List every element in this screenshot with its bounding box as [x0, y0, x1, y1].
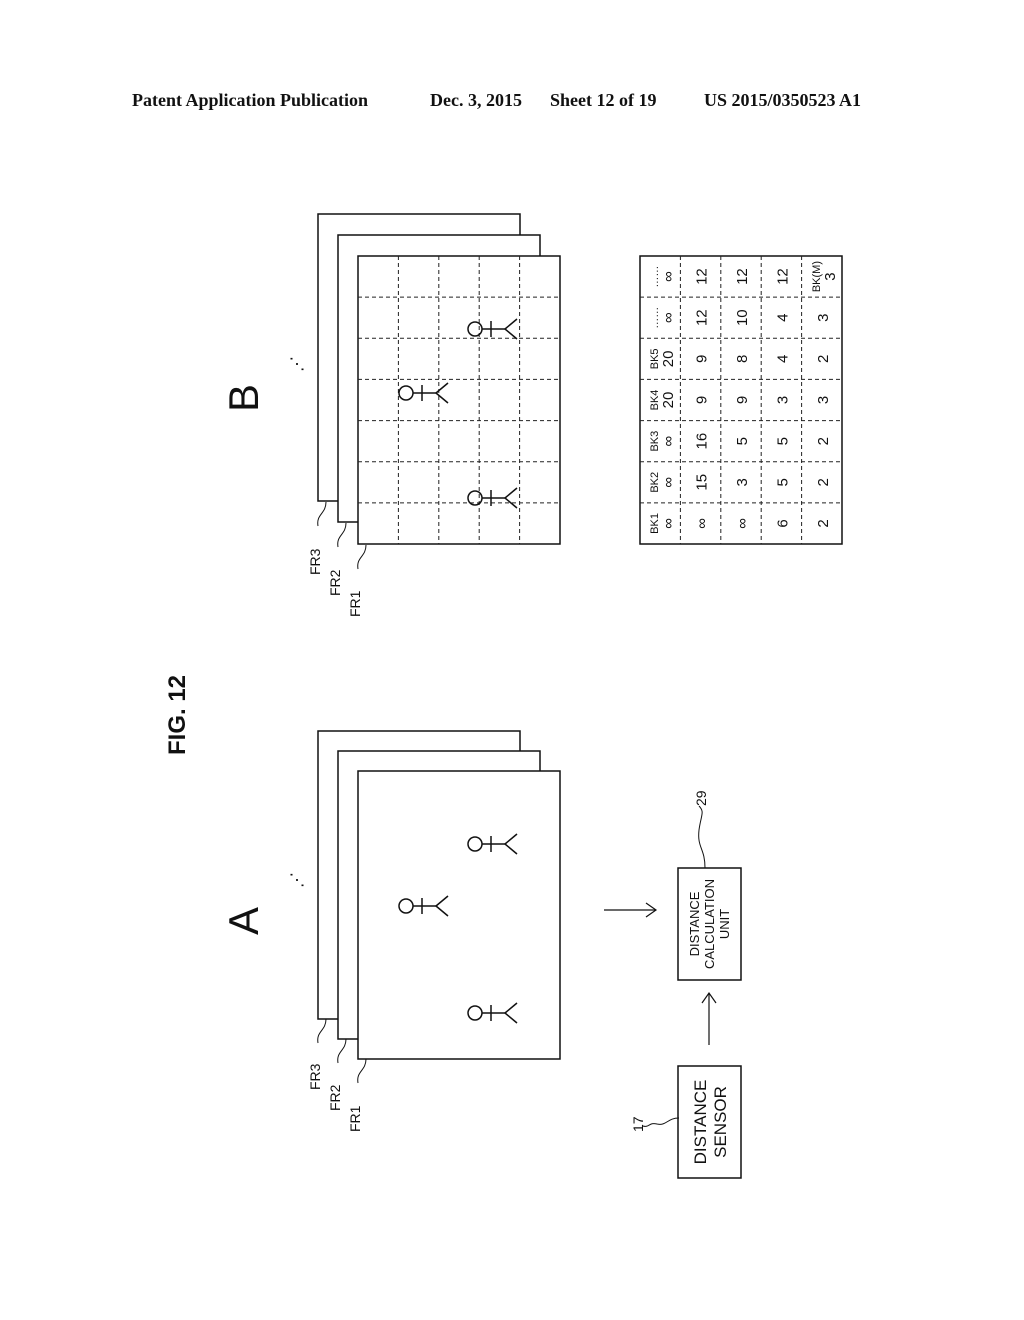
sensor-ref-number: 17 [630, 1116, 646, 1132]
sensor-line-2: SENSOR [711, 1086, 730, 1158]
table-cell: ∞ [660, 435, 677, 446]
table-cell: 3 [734, 478, 751, 486]
panel-b-fr2-label: FR2 [327, 569, 343, 596]
table-cell: 3 [815, 396, 832, 404]
table-cell: 20 [660, 392, 677, 409]
table-cell: 12 [734, 268, 751, 285]
calc-ref-leader [698, 805, 706, 869]
calc-line-3: UNIT [717, 909, 732, 939]
table-cell: ∞ [660, 271, 677, 282]
table-cell: 5 [774, 437, 791, 445]
figure-title: FIG. 12 [164, 675, 191, 755]
table-cell: 2 [815, 437, 832, 445]
table-cell: 9 [694, 355, 711, 363]
table-cell: ∞ [734, 518, 751, 529]
table-cell: 4 [774, 314, 791, 322]
table-cell: ∞ [660, 477, 677, 488]
table-cell: 3 [822, 272, 839, 280]
table-cell: 6 [774, 519, 791, 527]
table-cell: 2 [815, 478, 832, 486]
panel-a-ellipsis: ⋰ [289, 872, 306, 888]
panel-a-fr3-label: FR3 [307, 1063, 323, 1090]
calc-ref-number: 29 [693, 790, 709, 806]
table-cell: 12 [694, 268, 711, 285]
arrow-sensor-to-calc [701, 991, 717, 1045]
sensor-ref-leader [642, 1117, 680, 1127]
table-cell: 5 [734, 437, 751, 445]
table-cell: 9 [694, 396, 711, 404]
panel-b-fr3-label: FR3 [307, 548, 323, 575]
table-cell: ∞ [694, 518, 711, 529]
table-cell: 5 [774, 478, 791, 486]
figure-canvas: FIG. 12 A B ⋰ FR3 FR2 FR1 ⋰ FR3 FR2 FR1 [164, 213, 843, 1179]
sensor-line-1: DISTANCE [691, 1080, 710, 1165]
table-cell: 2 [815, 355, 832, 363]
arrow-frames-to-calc [604, 902, 658, 918]
table-cell: 10 [734, 309, 751, 326]
table-cell: ∞ [660, 518, 677, 529]
table-cell: 15 [694, 474, 711, 491]
table-cell: 2 [815, 519, 832, 527]
calc-line-2: CALCULATION [702, 879, 717, 969]
table-cell: 4 [774, 355, 791, 363]
table-cell: 12 [774, 268, 791, 285]
table-cell: 3 [815, 314, 832, 322]
table-cell: 3 [774, 396, 791, 404]
table-cell: 12 [694, 309, 711, 326]
table-cell: 9 [734, 396, 751, 404]
panel-b-label: B [220, 384, 267, 412]
panel-a-frames [317, 730, 561, 1060]
table-cell: 20 [660, 351, 677, 368]
panel-a-label: A [220, 907, 267, 935]
table-cell: 8 [734, 355, 751, 363]
panel-a-fr1-label: FR1 [347, 1105, 363, 1132]
calc-line-1: DISTANCE [687, 891, 702, 956]
table-cell: 16 [694, 433, 711, 450]
panel-b-ellipsis: ⋰ [289, 356, 306, 372]
table-cell: ∞ [660, 312, 677, 323]
panel-b-fr1-label: FR1 [347, 590, 363, 617]
panel-a-fr2-label: FR2 [327, 1084, 343, 1111]
frame-fr1 [357, 255, 561, 545]
frame-fr1 [357, 770, 561, 1060]
